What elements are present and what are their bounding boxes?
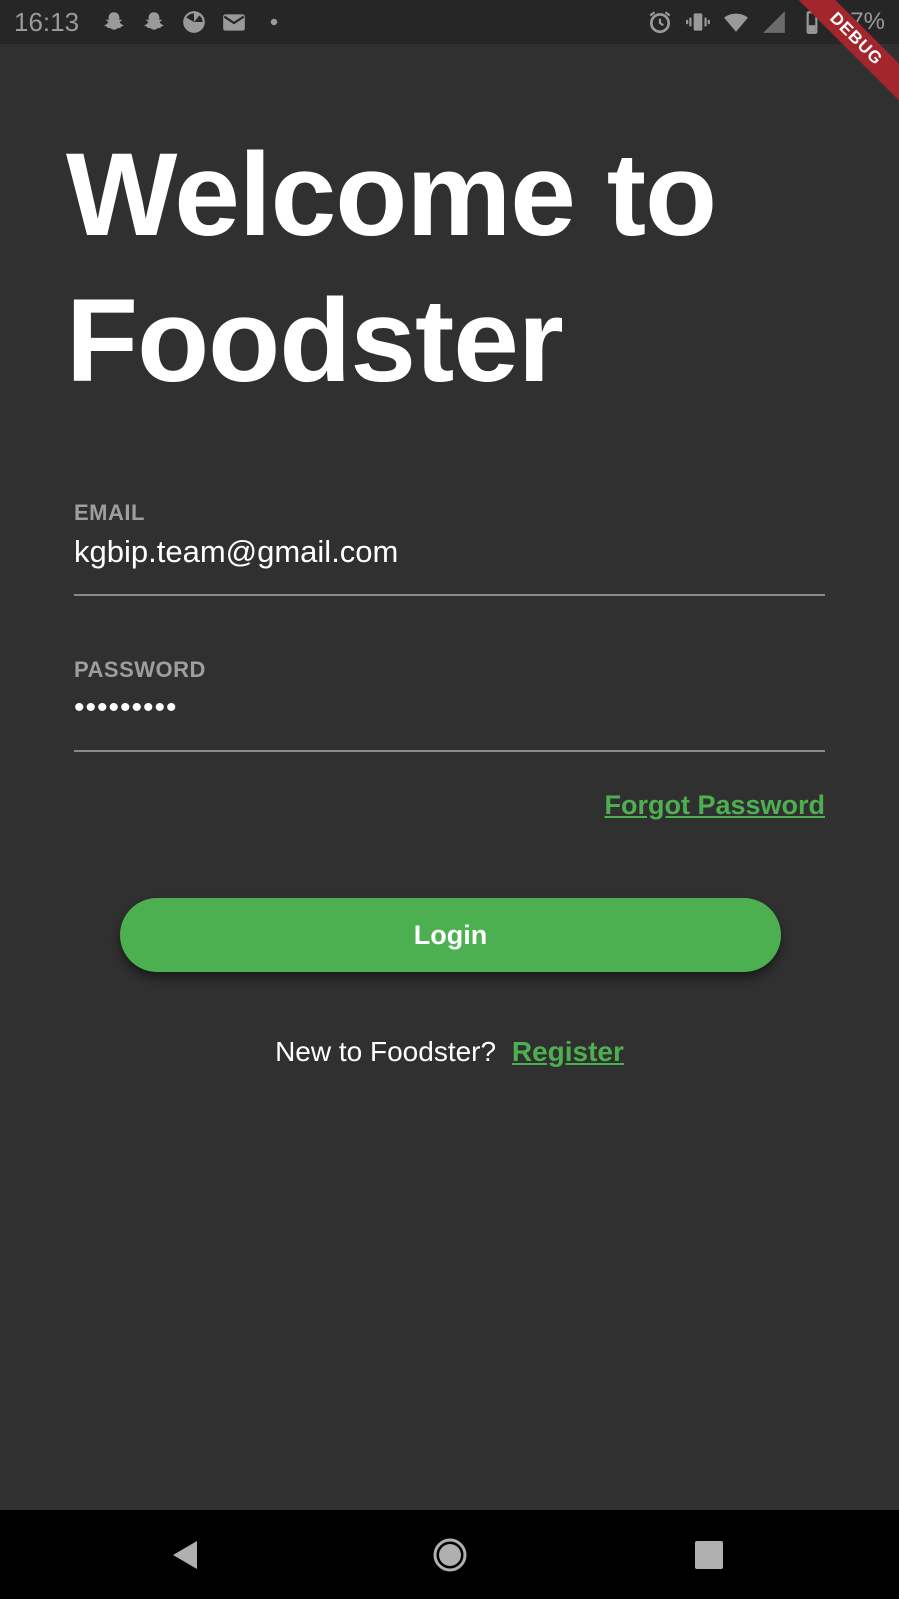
snapchat-icon (144, 12, 164, 30)
login-button[interactable]: Login (120, 898, 781, 972)
email-input[interactable]: kgbip.team@gmail.com (74, 534, 825, 574)
alarm-icon (649, 11, 671, 34)
password-input[interactable]: ••••••••• (74, 691, 825, 731)
back-icon (173, 1540, 197, 1569)
wifi-icon (724, 13, 748, 32)
status-bar: 16:13 27% (0, 0, 899, 44)
register-row: New to Foodster? Register (0, 1036, 899, 1068)
password-field[interactable]: PASSWORD ••••••••• (74, 657, 825, 731)
vibrate-icon (686, 13, 710, 31)
login-screen: 16:13 27% DEBUG Welcome to Foodster EMAI… (0, 0, 899, 1599)
email-underline (74, 594, 825, 596)
recents-icon (695, 1540, 723, 1569)
password-label: PASSWORD (74, 657, 206, 682)
home-icon (433, 1538, 467, 1571)
password-underline (74, 750, 825, 752)
status-time: 16:13 (14, 6, 80, 37)
back-button[interactable] (140, 1510, 230, 1599)
page-title: Welcome to Foodster (66, 129, 717, 407)
forgot-password-link[interactable]: Forgot Password (604, 790, 825, 821)
home-button[interactable] (405, 1510, 495, 1599)
email-label: EMAIL (74, 500, 145, 525)
dot-icon (270, 18, 278, 26)
pie-icon (183, 11, 205, 33)
email-field[interactable]: EMAIL kgbip.team@gmail.com (74, 500, 825, 574)
mail-icon (223, 14, 245, 31)
navigation-bar (0, 1510, 899, 1599)
recents-button[interactable] (664, 1510, 754, 1599)
signal-icon (763, 11, 785, 33)
notification-icons (101, 9, 287, 35)
register-link[interactable]: Register (512, 1036, 624, 1067)
register-prompt: New to Foodster? (275, 1036, 497, 1067)
snapchat-icon (104, 12, 124, 30)
